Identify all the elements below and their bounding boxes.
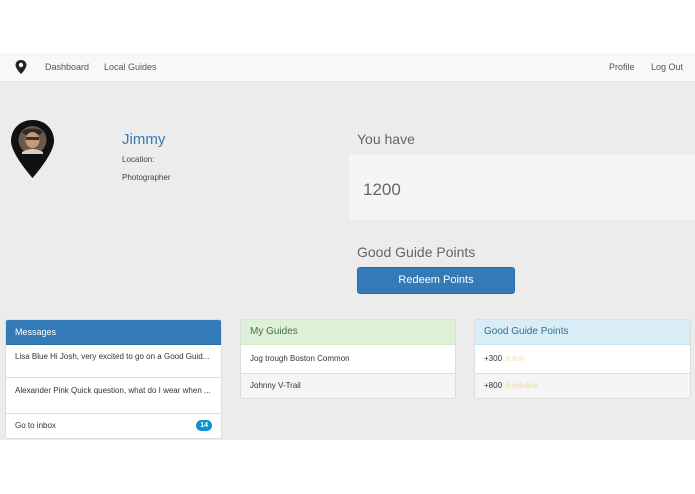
guide-item[interactable]: Johnny V-Trail — [241, 374, 455, 398]
profile-name: Jimmy — [122, 131, 166, 148]
points-amount: +800 — [484, 381, 503, 390]
message-item[interactable]: Alexander Pink Quick question, what do I… — [6, 378, 221, 414]
nav-profile-link[interactable]: Profile — [609, 62, 635, 72]
points-value: 1200 — [363, 180, 401, 199]
good-guide-points-heading: Good Guide Points — [357, 244, 476, 260]
guide-item[interactable]: Jog trough Boston Common — [241, 345, 455, 374]
inbox-count-badge: 14 — [196, 420, 212, 431]
star-rating-icon: ☆☆☆ — [504, 354, 525, 363]
points-item[interactable]: +300 ☆☆☆ — [475, 345, 690, 374]
star-rating-icon: ☆☆☆☆☆ — [504, 381, 538, 390]
redeem-points-button[interactable]: Redeem Points — [357, 267, 515, 294]
good-guide-points-panel-title: Good Guide Points — [475, 320, 690, 345]
good-guide-points-panel: Good Guide Points +300 ☆☆☆ +800 ☆☆☆☆☆ — [474, 319, 691, 399]
location-pin-icon[interactable] — [15, 60, 27, 74]
points-well: 1200 — [349, 154, 695, 220]
avatar — [11, 120, 54, 178]
points-item[interactable]: +800 ☆☆☆☆☆ — [475, 374, 690, 398]
go-to-inbox-label: Go to inbox — [15, 421, 56, 430]
messages-panel: Messages Lisa Blue Hi Josh, very excited… — [5, 319, 222, 439]
nav-dashboard-link[interactable]: Dashboard — [45, 62, 89, 72]
nav-logout-link[interactable]: Log Out — [651, 62, 683, 72]
my-guides-panel-title: My Guides — [241, 320, 455, 345]
messages-panel-title: Messages — [6, 320, 221, 345]
points-amount: +300 — [484, 354, 503, 363]
my-guides-panel: My Guides Jog trough Boston Common Johnn… — [240, 319, 456, 399]
profile-location: Location: — [122, 155, 155, 164]
navbar: Dashboard Local Guides Profile Log Out — [0, 53, 695, 82]
message-item[interactable]: Lisa Blue Hi Josh, very excited to go on… — [6, 345, 221, 378]
nav-local-guides-link[interactable]: Local Guides — [104, 62, 157, 72]
dashboard-main: Jimmy Location: Photographer You have 12… — [0, 82, 695, 440]
go-to-inbox-link[interactable]: Go to inbox 14 — [6, 414, 221, 438]
profile-occupation: Photographer — [122, 173, 171, 182]
you-have-label: You have — [357, 131, 415, 147]
